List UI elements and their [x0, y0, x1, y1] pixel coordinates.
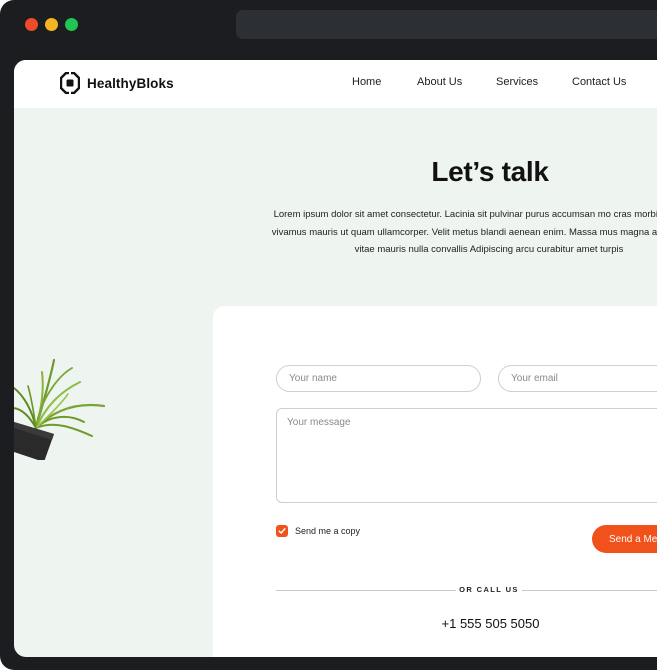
page-viewport: HealthyBloks Home About Us Services Cont… [14, 60, 657, 657]
message-textarea[interactable] [276, 408, 657, 503]
divider-left [276, 590, 456, 591]
or-call-us-label: OR CALL US [459, 585, 519, 594]
healthybloks-logo-icon [60, 72, 80, 94]
close-window-button[interactable] [25, 18, 38, 31]
nav-services-link[interactable]: Services [496, 76, 538, 88]
top-navigation: HealthyBloks Home About Us Services Cont… [14, 60, 657, 108]
nav-about-link[interactable]: About Us [417, 76, 462, 88]
send-copy-option[interactable]: Send me a copy [276, 525, 360, 537]
minimize-window-button[interactable] [45, 18, 58, 31]
brand-logo[interactable]: HealthyBloks [60, 72, 174, 94]
divider-right [522, 590, 657, 591]
title-bar [0, 0, 657, 48]
nav-home-link[interactable]: Home [352, 76, 381, 88]
send-copy-checkbox[interactable] [276, 525, 288, 537]
name-input[interactable] [276, 365, 481, 392]
contact-form-card: Send me a copy Send a Me OR CALL US +1 5… [213, 306, 657, 657]
checkmark-icon [278, 528, 286, 534]
browser-window: HealthyBloks Home About Us Services Cont… [0, 0, 657, 670]
page-title: Let’s talk [431, 156, 549, 187]
brand-name: HealthyBloks [87, 75, 174, 91]
email-input[interactable] [498, 365, 657, 392]
send-copy-label: Send me a copy [295, 526, 361, 536]
potted-plant-image [14, 358, 106, 460]
maximize-window-button[interactable] [65, 18, 78, 31]
phone-number[interactable]: +1 555 505 5050 [413, 616, 568, 631]
hero-description: Lorem ipsum dolor sit amet consectetur. … [271, 209, 657, 255]
send-message-button[interactable]: Send a Me [592, 525, 657, 553]
nav-contact-link[interactable]: Contact Us [572, 76, 626, 88]
address-bar[interactable] [236, 10, 657, 39]
